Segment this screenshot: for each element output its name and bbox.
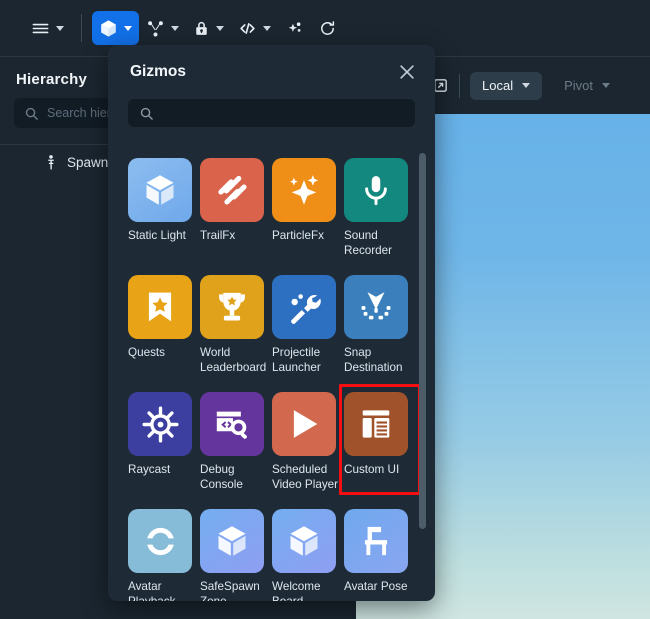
hamburger-icon <box>31 19 50 38</box>
search-icon <box>24 106 39 121</box>
chevron-down-icon <box>171 26 179 31</box>
trophy-icon <box>200 275 264 339</box>
layout-panel-icon <box>344 392 408 456</box>
gizmo-tile-label: Welcome Board <box>272 580 340 601</box>
sparkle-icon <box>285 19 304 38</box>
gizmo-tile-label: Projectile Launcher <box>272 346 340 375</box>
cube-icon <box>272 509 336 573</box>
gizmos-grid-scroll[interactable]: Static Light TrailFx ParticleFx Sound Re… <box>108 141 435 601</box>
sparkles-icon <box>272 158 336 222</box>
gizmo-tile-label: Snap Destination <box>344 346 412 375</box>
gizmo-tile-safespawn-zone[interactable]: SafeSpawn Zone <box>200 492 272 601</box>
gizmo-tile-static-light[interactable]: Static Light <box>128 141 200 258</box>
gizmo-tile-sound-recorder[interactable]: Sound Recorder <box>344 141 416 258</box>
pivot-toggle[interactable]: Pivot <box>552 72 622 100</box>
gizmo-tile-custom-ui[interactable]: Custom UI <box>344 375 416 492</box>
gizmo-tile-label: Debug Console <box>200 463 268 492</box>
chair-icon <box>344 509 408 573</box>
chevron-down-icon <box>263 26 271 31</box>
gizmo-tile-trailfx[interactable]: TrailFx <box>200 141 272 258</box>
gizmo-tile-label: Sound Recorder <box>344 229 412 258</box>
gizmo-tile-quests[interactable]: Quests <box>128 258 200 375</box>
lock-button[interactable] <box>186 11 231 45</box>
gizmo-tile-scheduled-video-player[interactable]: Scheduled Video Player <box>272 375 344 492</box>
gizmo-tile-label: ParticleFx <box>272 229 340 244</box>
toolbar-divider <box>81 14 82 42</box>
sync-icon <box>128 509 192 573</box>
nodes-button[interactable] <box>139 11 186 45</box>
gizmo-tile-label: SafeSpawn Zone <box>200 580 268 601</box>
cube-icon <box>99 19 118 38</box>
cube-icon <box>128 158 192 222</box>
chevron-down-icon <box>216 26 224 31</box>
gizmos-grid: Static Light TrailFx ParticleFx Sound Re… <box>128 141 428 601</box>
gizmos-button[interactable] <box>92 11 139 45</box>
refresh-icon <box>318 19 337 38</box>
trail-streaks-icon <box>200 158 264 222</box>
gizmo-tile-label: Quests <box>128 346 196 361</box>
gizmo-tile-label: Avatar Pose <box>344 580 412 595</box>
avatar-spawn-icon <box>44 155 58 170</box>
cube-icon <box>200 509 264 573</box>
gizmo-tile-label: Raycast <box>128 463 196 478</box>
gizmo-tile-label: World Leaderboard <box>200 346 268 375</box>
gizmos-panel-title: Gizmos <box>130 63 186 81</box>
code-button[interactable] <box>231 11 278 45</box>
gizmo-tile-welcome-board[interactable]: Welcome Board <box>272 492 344 601</box>
gizmos-scrollbar-thumb[interactable] <box>419 153 426 529</box>
header-divider <box>459 74 460 98</box>
snap-arrow-icon <box>344 275 408 339</box>
chevron-down-icon <box>522 83 530 88</box>
search-icon <box>139 106 154 121</box>
code-icon <box>238 19 257 38</box>
gizmo-tile-world-leaderboard[interactable]: World Leaderboard <box>200 258 272 375</box>
chevron-down-icon <box>124 26 132 31</box>
space-toggle-label: Local <box>482 78 513 93</box>
gizmo-tile-label: Static Light <box>128 229 196 244</box>
lock-icon <box>193 20 210 37</box>
app-root: Hierarchy Search hierarchy SpawnP Local <box>0 0 650 619</box>
space-toggle-local[interactable]: Local <box>470 72 542 100</box>
close-icon[interactable] <box>397 62 417 82</box>
ai-button[interactable] <box>278 11 311 45</box>
gizmo-tile-particlefx[interactable]: ParticleFx <box>272 141 344 258</box>
gizmos-search-input[interactable] <box>128 99 415 127</box>
gizmo-tile-label: Scheduled Video Player <box>272 463 340 492</box>
gizmo-tile-label: Custom UI <box>344 463 412 478</box>
chevron-down-icon <box>56 26 64 31</box>
gizmo-tile-label: Avatar Playback <box>128 580 196 601</box>
gizmo-tile-label: TrailFx <box>200 229 268 244</box>
chevron-down-icon <box>602 83 610 88</box>
crosshair-icon <box>128 392 192 456</box>
gizmo-tile-debug-console[interactable]: Debug Console <box>200 375 272 492</box>
play-icon <box>272 392 336 456</box>
menu-button[interactable] <box>24 11 71 45</box>
gizmos-panel: Gizmos Static Light TrailFx ParticleFx S… <box>108 45 435 601</box>
gizmos-panel-header: Gizmos <box>108 45 435 82</box>
gizmo-tile-raycast[interactable]: Raycast <box>128 375 200 492</box>
code-search-icon <box>200 392 264 456</box>
gizmo-tile-projectile-launcher[interactable]: Projectile Launcher <box>272 258 344 375</box>
microphone-icon <box>344 158 408 222</box>
gizmo-tile-snap-destination[interactable]: Snap Destination <box>344 258 416 375</box>
refresh-button[interactable] <box>311 11 344 45</box>
star-banner-icon <box>128 275 192 339</box>
gizmo-tile-avatar-playback[interactable]: Avatar Playback <box>128 492 200 601</box>
gizmo-tile-avatar-pose[interactable]: Avatar Pose <box>344 492 416 601</box>
pivot-toggle-label: Pivot <box>564 78 593 93</box>
wrench-icon <box>272 275 336 339</box>
node-graph-icon <box>146 19 165 38</box>
